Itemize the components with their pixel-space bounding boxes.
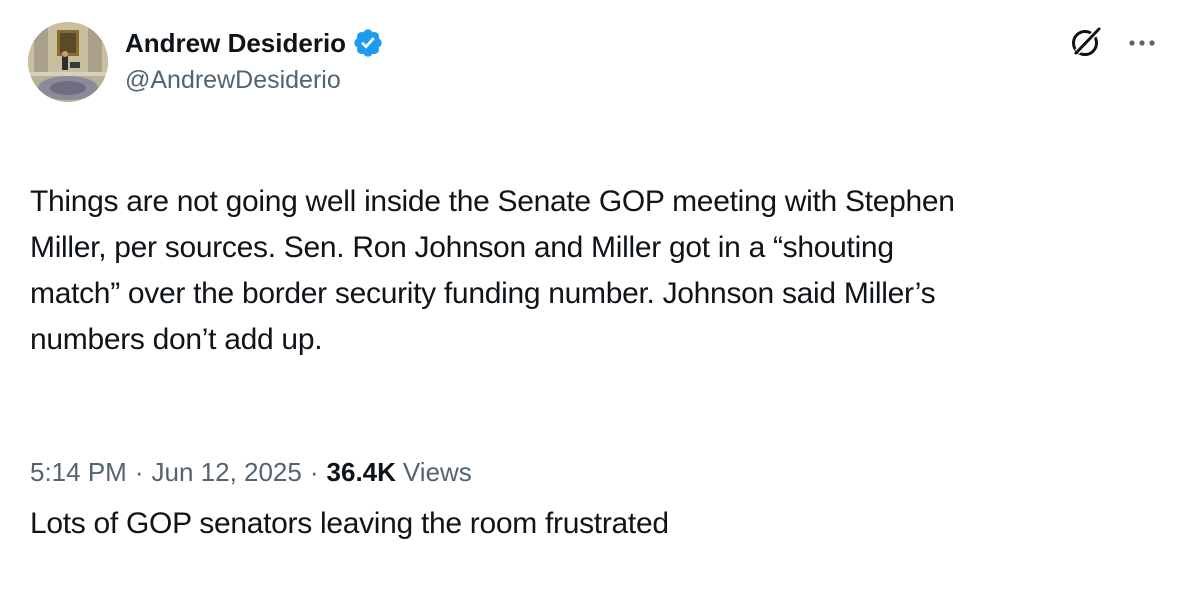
- avatar-image: [28, 22, 108, 102]
- meta-separator: ·: [309, 456, 319, 487]
- views-label: Views: [402, 456, 472, 487]
- more-options-icon[interactable]: [1124, 28, 1160, 58]
- avatar[interactable]: [28, 22, 108, 102]
- verified-badge-icon[interactable]: [352, 27, 384, 59]
- author-name[interactable]: Andrew Desiderio: [125, 28, 346, 59]
- tweet-paragraph-spacer: [30, 409, 1150, 455]
- tweet-time[interactable]: 5:14 PM: [30, 457, 127, 488]
- tweet-date[interactable]: Jun 12, 2025: [152, 457, 302, 488]
- tweet-paragraph: Things are not going well inside the Sen…: [30, 185, 955, 356]
- author-handle[interactable]: @AndrewDesiderio: [125, 66, 341, 95]
- views-count: 36.4K: [326, 456, 396, 487]
- meta-separator: ·: [134, 456, 144, 487]
- author-name-row: Andrew Desiderio: [125, 26, 384, 60]
- tweet: Andrew Desiderio @AndrewDesiderio Things…: [0, 0, 1190, 540]
- tweet-meta: 5:14 PM · Jun 12, 2025 · 36.4K Views: [30, 452, 472, 492]
- tweet-text: Things are not going well inside the Sen…: [30, 133, 1150, 593]
- tweet-paragraph: Lots of GOP senators leaving the room fr…: [30, 507, 669, 540]
- grok-icon[interactable]: [1068, 24, 1104, 60]
